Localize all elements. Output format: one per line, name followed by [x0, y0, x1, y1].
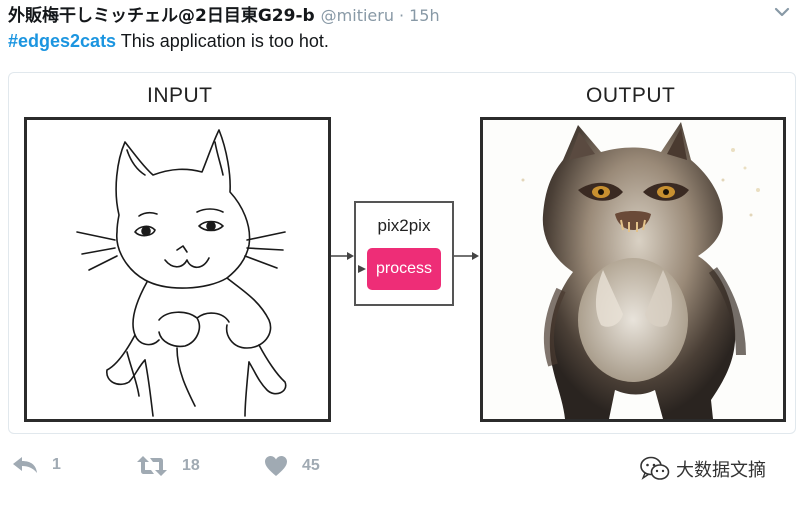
like-button[interactable]: 45 — [264, 455, 320, 477]
tweet-header: 外販梅干しミッチェル@2日目東G29-b @mitieru · 15h — [8, 1, 440, 26]
retweet-icon — [137, 456, 167, 476]
retweet-count: 18 — [182, 457, 200, 474]
chevron-down-icon[interactable] — [774, 6, 790, 18]
input-panel — [24, 117, 331, 422]
process-button[interactable]: process — [367, 248, 441, 290]
tweet-body: This application is too hot. — [116, 31, 329, 51]
watermark-text: 大数据文摘 — [676, 460, 766, 481]
reply-count: 1 — [52, 456, 61, 473]
hashtag-link[interactable]: #edges2cats — [8, 31, 116, 51]
arrow-right-icon — [331, 252, 354, 260]
output-panel — [480, 117, 786, 422]
wechat-watermark: 大数据文摘 — [640, 456, 766, 482]
output-label: OUTPUT — [586, 84, 676, 107]
reply-button[interactable]: 1 — [12, 455, 61, 475]
timestamp[interactable]: 15h — [409, 6, 440, 25]
media-card[interactable]: INPUT OUTPUT pix2pix process — [8, 72, 796, 434]
wechat-icon — [640, 456, 670, 480]
reply-icon — [13, 457, 37, 473]
tweet-text: #edges2cats This application is too hot. — [8, 31, 329, 52]
arrow-right-icon — [454, 252, 479, 260]
author-handle[interactable]: @mitieru — [321, 6, 394, 25]
pix2pix-box: pix2pix process — [354, 201, 454, 306]
generated-cat-image — [521, 122, 760, 419]
cat-sketch — [76, 129, 287, 417]
input-label: INPUT — [147, 84, 213, 107]
separator-dot: · — [398, 6, 405, 25]
author-name[interactable]: 外販梅干しミッチェル@2日目東G29-b — [8, 1, 315, 26]
retweet-button[interactable]: 18 — [136, 455, 200, 477]
like-count: 45 — [302, 457, 320, 474]
model-name: pix2pix — [377, 216, 431, 235]
heart-icon — [265, 456, 287, 476]
